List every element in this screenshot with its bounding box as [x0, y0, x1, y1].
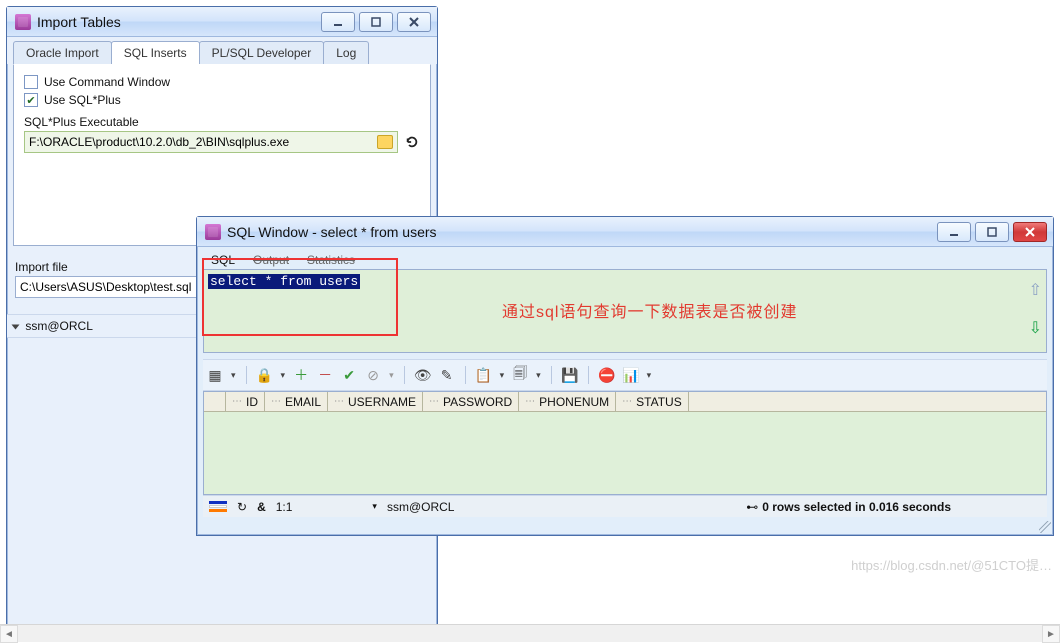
window-buttons: [937, 222, 1047, 242]
rows-selected-status: ⊷ 0 rows selected in 0.016 seconds: [746, 500, 951, 514]
sql-window-title: SQL Window - select * from users: [227, 224, 937, 240]
tab-output[interactable]: Output: [251, 251, 291, 269]
tab-oracle-import[interactable]: Oracle Import: [13, 41, 112, 64]
sql-result-tabs: SQL Output Statistics: [203, 247, 1047, 269]
edit-icon[interactable]: ✎: [439, 367, 455, 383]
save-icon[interactable]: 💾: [562, 367, 578, 383]
browse-sqlplus-icon[interactable]: [377, 135, 393, 149]
horizontal-scrollbar[interactable]: ◄ ►: [0, 624, 1060, 642]
col-end: [689, 392, 711, 411]
col-password[interactable]: ⋯PASSWORD: [423, 392, 519, 411]
sqlplus-exe-label: SQL*Plus Executable: [24, 115, 420, 129]
use-sqlplus-row[interactable]: ✔ Use SQL*Plus: [24, 93, 420, 107]
refresh-status-icon[interactable]: ↻: [237, 500, 247, 514]
rollback-icon[interactable]: ⊘: [365, 367, 381, 383]
pin-icon: ⊷: [746, 500, 758, 514]
use-command-window-label: Use Command Window: [44, 75, 170, 89]
copy-icon[interactable]: 📋: [476, 367, 492, 383]
close-button[interactable]: [1013, 222, 1047, 242]
annotation-highlight-box: [202, 258, 398, 336]
use-command-window-row[interactable]: Use Command Window: [24, 75, 420, 89]
tab-sql-inserts[interactable]: SQL Inserts: [111, 41, 200, 64]
import-tabstrip: Oracle Import SQL Inserts PL/SQL Develop…: [7, 37, 437, 64]
sql-status-bar: ↻ & 1:1 ▾ ssm@ORCL ⊷ 0 rows selected in …: [203, 495, 1047, 517]
autofetch-icon[interactable]: &: [257, 500, 266, 514]
find-icon[interactable]: 👁: [415, 367, 431, 383]
maximize-button[interactable]: [975, 222, 1009, 242]
sqlplus-path-input[interactable]: [29, 135, 373, 149]
col-id[interactable]: ⋯ID: [226, 392, 265, 411]
sql-connection-text: ssm@ORCL: [387, 500, 455, 514]
chart-icon[interactable]: 📊: [623, 367, 639, 383]
tab-plsql-developer[interactable]: PL/SQL Developer: [199, 41, 325, 64]
sql-titlebar[interactable]: SQL Window - select * from users: [197, 217, 1053, 247]
scroll-left-button[interactable]: ◄: [0, 625, 18, 643]
editor-nav-arrows: ⇧ ⇩: [1029, 280, 1042, 338]
app-icon: [205, 224, 221, 240]
scroll-down-icon[interactable]: ⇩: [1029, 318, 1042, 338]
rows-selected-text: 0 rows selected in 0.016 seconds: [762, 500, 951, 514]
col-username[interactable]: ⋯USERNAME: [328, 392, 423, 411]
sql-editor[interactable]: select * from users 通过sql语句查询一下数据表是否被创建 …: [203, 269, 1047, 353]
maximize-button[interactable]: [359, 12, 393, 32]
commit-icon[interactable]: ✔: [341, 367, 357, 383]
tab-statistics[interactable]: Statistics: [305, 251, 357, 269]
close-button[interactable]: [397, 12, 431, 32]
window-buttons: [321, 12, 431, 32]
use-command-window-checkbox[interactable]: [24, 75, 38, 89]
sql-window: SQL Window - select * from users SQL Out…: [196, 216, 1054, 536]
export-icon[interactable]: 🗐: [512, 367, 528, 383]
import-title: Import Tables: [37, 14, 321, 30]
add-row-icon[interactable]: ＋: [293, 367, 309, 383]
sql-query-text[interactable]: select * from users: [208, 274, 360, 289]
use-sqlplus-label: Use SQL*Plus: [44, 93, 121, 107]
annotation-text: 通过sql语句查询一下数据表是否被创建: [502, 298, 797, 322]
dropdown-icon[interactable]: ▾: [231, 370, 236, 381]
cursor-position: 1:1: [276, 500, 293, 514]
scroll-up-icon[interactable]: ⇧: [1029, 280, 1042, 300]
tab-sql[interactable]: SQL: [209, 251, 237, 269]
connection-dropdown-icon[interactable]: ▾: [372, 501, 377, 512]
flag-icon: [209, 501, 227, 512]
grid-view-icon[interactable]: ▦: [207, 367, 223, 383]
results-toolbar: ▦▾ 🔒▾ ＋ － ✔ ⊘▾ 👁 ✎ 📋▾ 🗐▾ 💾 ⛔ 📊▾: [203, 359, 1047, 391]
app-icon: [15, 14, 31, 30]
row-selector-header[interactable]: [204, 392, 226, 411]
minimize-button[interactable]: [321, 12, 355, 32]
minimize-button[interactable]: [937, 222, 971, 242]
resize-grip[interactable]: [1039, 521, 1051, 533]
delete-row-icon[interactable]: －: [317, 367, 333, 383]
import-titlebar[interactable]: Import Tables: [7, 7, 437, 37]
lock-icon[interactable]: 🔒: [257, 367, 273, 383]
col-status[interactable]: ⋯STATUS: [616, 392, 689, 411]
tab-log[interactable]: Log: [323, 41, 369, 64]
grid-header-row: ⋯ID ⋯EMAIL ⋯USERNAME ⋯PASSWORD ⋯PHONENUM…: [204, 392, 1046, 412]
col-phonenum[interactable]: ⋯PHONENUM: [519, 392, 616, 411]
sqlplus-path-box: [24, 131, 398, 153]
scroll-right-button[interactable]: ►: [1042, 625, 1060, 643]
import-connection-text: ssm@ORCL: [25, 319, 93, 333]
refresh-button[interactable]: [404, 134, 420, 150]
dropdown-icon[interactable]: ▾: [281, 370, 286, 381]
use-sqlplus-checkbox[interactable]: ✔: [24, 93, 38, 107]
col-email[interactable]: ⋯EMAIL: [265, 392, 328, 411]
watermark-text: https://blog.csdn.net/@51CTO提…: [851, 555, 1052, 574]
stop-icon[interactable]: ⛔: [599, 367, 615, 383]
dropdown-triangle-icon: [12, 324, 20, 329]
results-grid[interactable]: ⋯ID ⋯EMAIL ⋯USERNAME ⋯PASSWORD ⋯PHONENUM…: [203, 391, 1047, 495]
